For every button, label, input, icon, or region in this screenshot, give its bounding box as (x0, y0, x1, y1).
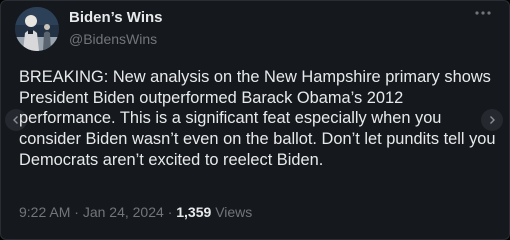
avatar[interactable] (15, 7, 59, 51)
tweet-date[interactable]: Jan 24, 2024 (83, 204, 164, 220)
author-block: Biden’s Wins @BidensWins (69, 8, 163, 49)
meta-separator: · (167, 204, 173, 220)
handle[interactable]: @BidensWins (69, 30, 163, 49)
more-options-icon[interactable] (471, 5, 495, 21)
meta-separator: · (74, 204, 79, 220)
views-label: Views (215, 204, 253, 220)
display-name[interactable]: Biden’s Wins (69, 8, 163, 27)
tweet-card[interactable]: Biden’s Wins @BidensWins BREAKING: New a… (0, 0, 510, 240)
avatar-photo-icon (15, 7, 59, 51)
tweet-meta: 9:22 AM · Jan 24, 2024 · 1,359 Views (19, 203, 252, 221)
tweet-time[interactable]: 9:22 AM (19, 204, 70, 220)
tweet-text: BREAKING: New analysis on the New Hampsh… (19, 68, 496, 169)
views-count[interactable]: 1,359 (176, 204, 211, 220)
